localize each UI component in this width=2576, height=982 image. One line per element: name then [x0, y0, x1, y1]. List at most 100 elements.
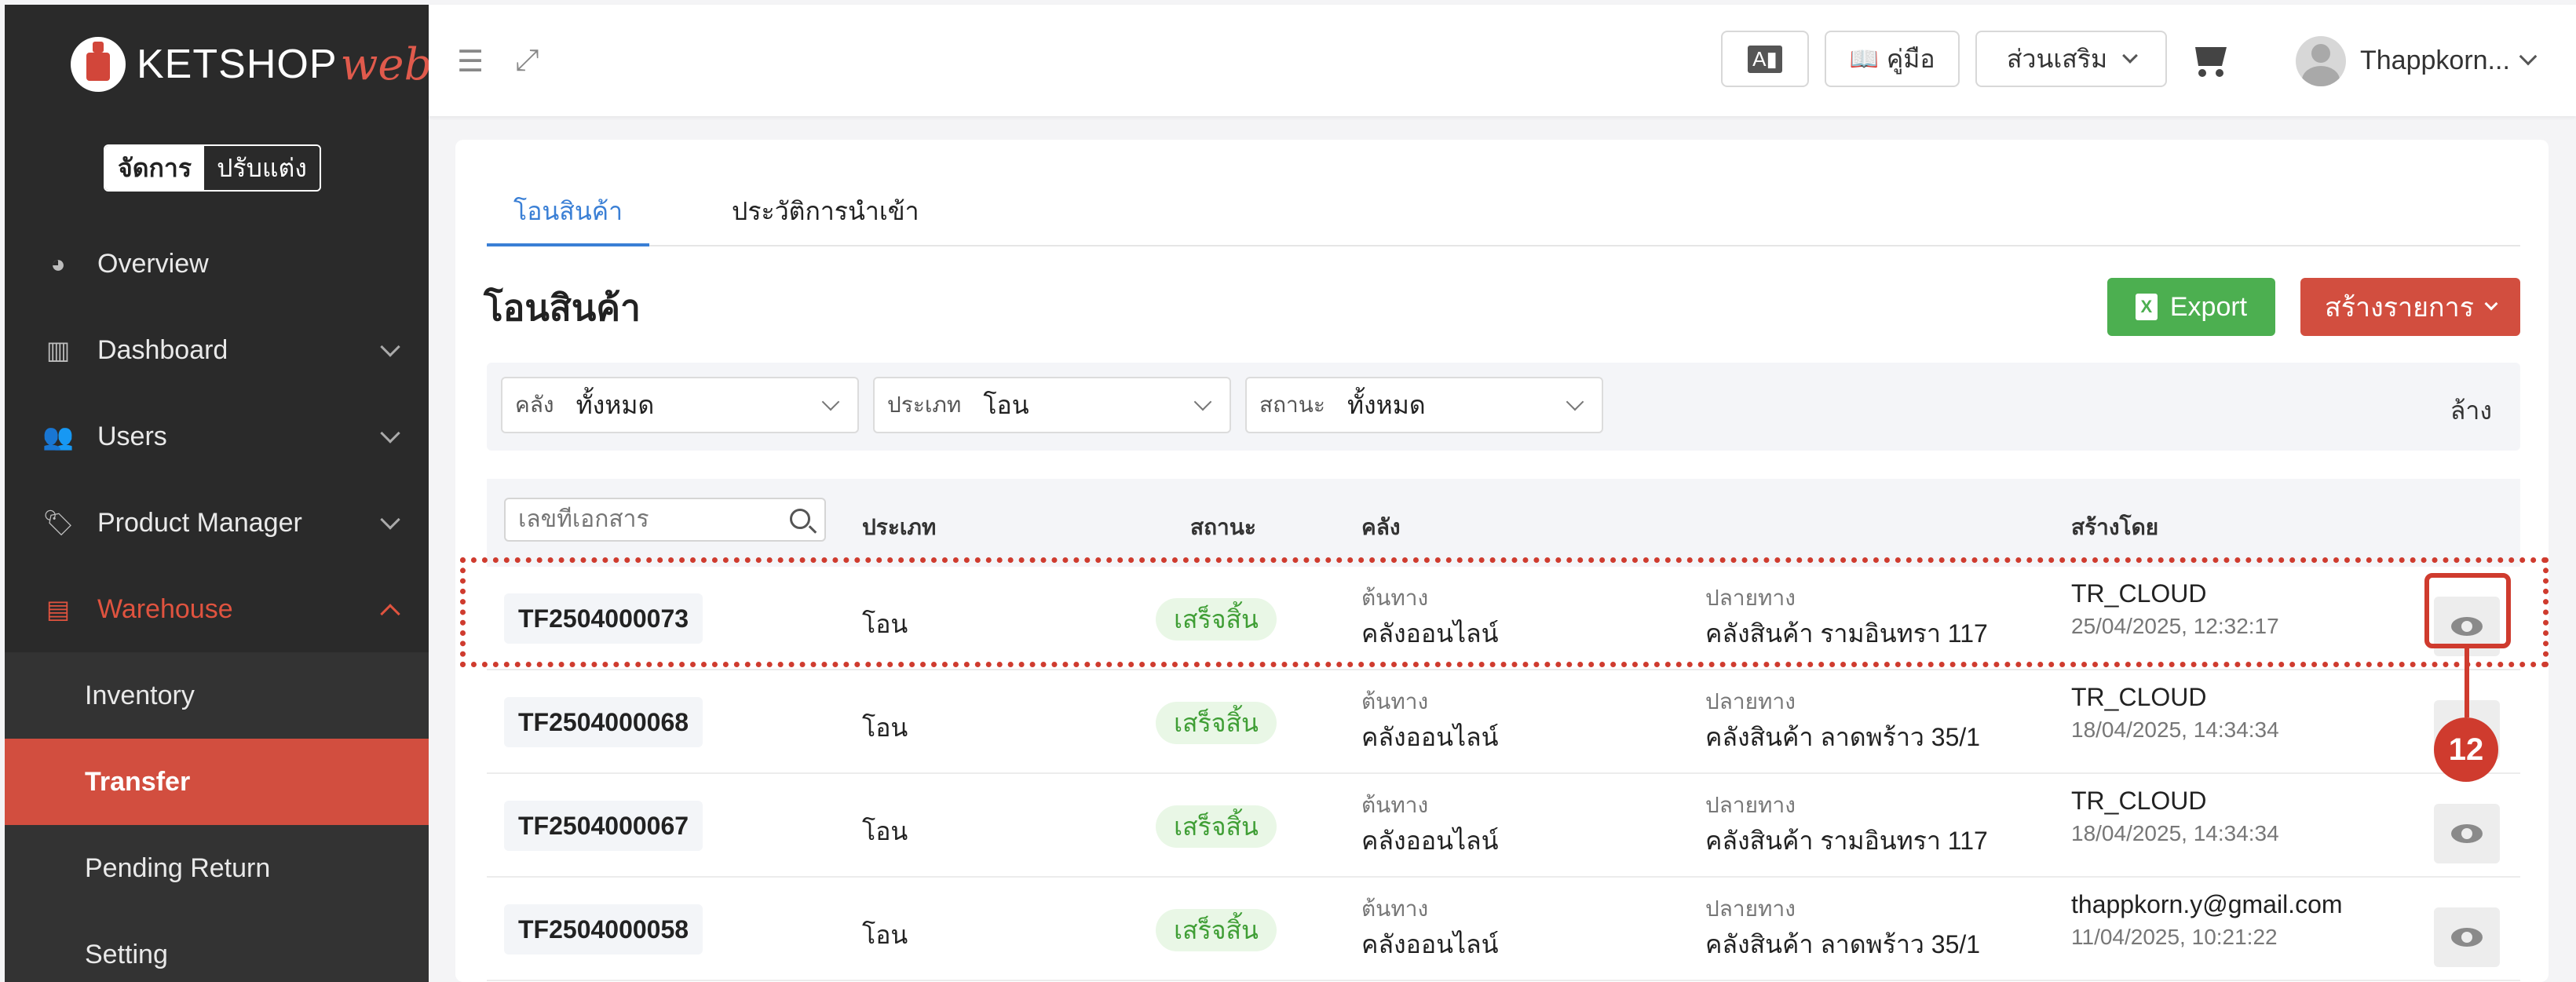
- type-filter[interactable]: ประเภท โอน: [873, 377, 1231, 433]
- search-icon[interactable]: [790, 509, 810, 529]
- chevron-down-icon: [821, 392, 840, 411]
- filter-bar: คลัง ทั้งหมด ประเภท โอน สถานะ ทั้งหมด ล้…: [487, 363, 2520, 451]
- view-button[interactable]: [2434, 804, 2500, 863]
- manual-label: คู่มือ: [1886, 44, 1935, 73]
- username[interactable]: Thappkorn...: [2360, 46, 2510, 76]
- filter-label: คลัง: [515, 392, 554, 417]
- creator: TR_CLOUD: [2071, 683, 2207, 711]
- row-highlight-annotation: [460, 557, 2549, 667]
- filter-value: ทั้งหมด: [1346, 390, 1426, 419]
- destination-label: ปลายทาง: [1705, 689, 1796, 714]
- status-filter[interactable]: สถานะ ทั้งหมด: [1245, 377, 1603, 433]
- fullscreen-icon[interactable]: ⤢: [515, 44, 539, 78]
- sidebar-item-overview[interactable]: ◕ Overview: [5, 221, 429, 307]
- sidebar-item-product-manager[interactable]: 🏷 Product Manager: [5, 480, 429, 566]
- origin-warehouse: คลังออนไลน์: [1361, 827, 1499, 855]
- table-row: TF2504000058 โอน เสร็จสิ้น ต้นทาง คลังออ…: [487, 878, 2520, 981]
- warehouse-filter[interactable]: คลัง ทั้งหมด: [501, 377, 859, 433]
- status-badge: เสร็จสิ้น: [1156, 702, 1277, 744]
- chevron-down-icon: [380, 509, 400, 530]
- language-button[interactable]: A▮: [1721, 31, 1809, 87]
- filter-value: โอน: [983, 390, 1029, 419]
- chevron-down-icon: [1566, 392, 1584, 411]
- column-header-status: สถานะ: [1190, 515, 1256, 539]
- create-label: สร้างรายการ: [2325, 293, 2474, 323]
- chevron-down-icon: [380, 337, 400, 357]
- sidebar-item-label: Users: [97, 421, 167, 451]
- book-icon: 📖: [1849, 46, 1879, 72]
- tab-transfer[interactable]: โอนสินค้า: [487, 192, 650, 246]
- destination-label: ปลายทาง: [1705, 793, 1796, 817]
- step-number-badge: 12: [2434, 717, 2498, 782]
- sidebar-item-label: Warehouse: [97, 593, 233, 624]
- origin-label: ต้นทาง: [1361, 689, 1429, 714]
- cart-icon[interactable]: [2189, 44, 2230, 78]
- document-number[interactable]: TF2504000068: [504, 697, 703, 747]
- sidebar-item-label: Overview: [97, 248, 209, 279]
- filter-label: สถานะ: [1259, 392, 1325, 417]
- view-button[interactable]: [2434, 907, 2500, 967]
- mode-manage-button[interactable]: จัดการ: [105, 146, 205, 190]
- bar-chart-icon: ▥: [46, 336, 71, 364]
- row-type: โอน: [862, 921, 908, 949]
- chevron-up-icon: [380, 604, 400, 624]
- addons-dropdown[interactable]: ส่วนเสริม: [1975, 31, 2167, 87]
- origin-label: ต้นทาง: [1361, 793, 1429, 817]
- annotation-connector: [2465, 648, 2469, 717]
- chevron-down-icon: [2122, 48, 2138, 64]
- brand-logo[interactable]: KETSHOP web: [71, 33, 432, 96]
- sidebar-item-label: Product Manager: [97, 507, 302, 538]
- brand-name: KETSHOP: [137, 42, 338, 87]
- document-number[interactable]: TF2504000067: [504, 801, 703, 851]
- collapse-sidebar-icon[interactable]: ☰: [457, 44, 484, 79]
- page-title: โอนสินค้า: [484, 287, 641, 328]
- sidebar-item-users[interactable]: 👥 Users: [5, 393, 429, 480]
- sidebar-item-dashboard[interactable]: ▥ Dashboard: [5, 307, 429, 393]
- origin-warehouse: คลังออนไลน์: [1361, 930, 1499, 958]
- origin-warehouse: คลังออนไลน์: [1361, 723, 1499, 751]
- destination-label: ปลายทาง: [1705, 896, 1796, 921]
- eye-icon: [2451, 824, 2483, 843]
- export-label: Export: [2169, 291, 2248, 322]
- destination-warehouse: คลังสินค้า รามอินทรา 117: [1705, 827, 1988, 855]
- create-button[interactable]: สร้างรายการ: [2300, 278, 2520, 336]
- mode-customize-button[interactable]: ปรับแต่ง: [204, 146, 320, 190]
- table-row: TF2504000067 โอน เสร็จสิ้น ต้นทาง คลังออ…: [487, 774, 2520, 878]
- table-row: TF2504000068 โอน เสร็จสิ้น ต้นทาง คลังออ…: [487, 670, 2520, 774]
- tab-import-history[interactable]: ประวัติการนำเข้า: [705, 192, 946, 246]
- origin-label: ต้นทาง: [1361, 896, 1429, 921]
- sidebar-subitem-transfer[interactable]: Transfer: [5, 739, 429, 825]
- sidebar-nav: ◕ Overview ▥ Dashboard 👥 Users 🏷 Product…: [5, 221, 429, 982]
- pie-chart-icon: ◕: [50, 249, 66, 278]
- status-badge: เสร็จสิ้น: [1156, 909, 1277, 951]
- destination-warehouse: คลังสินค้า ลาดพร้าว 35/1: [1705, 723, 1981, 751]
- brand-logo-icon: [71, 37, 126, 92]
- chevron-down-icon[interactable]: [2519, 47, 2538, 66]
- manual-button[interactable]: 📖 คู่มือ: [1825, 31, 1960, 87]
- export-button[interactable]: X Export: [2107, 278, 2275, 336]
- chevron-down-icon: [1193, 392, 1212, 411]
- row-type: โอน: [862, 714, 908, 742]
- top-bar: ☰ ⤢ A▮ 📖 คู่มือ ส่วนเสริม Thappkorn...: [429, 5, 2576, 116]
- destination-warehouse: คลังสินค้า ลาดพร้าว 35/1: [1705, 930, 1981, 958]
- row-type: โอน: [862, 817, 908, 845]
- column-header-type: ประเภท: [862, 515, 937, 539]
- creator: thappkorn.y@gmail.com: [2071, 890, 2343, 918]
- document-search: [504, 498, 826, 542]
- excel-icon: X: [2135, 294, 2158, 320]
- sidebar-item-warehouse[interactable]: ▤ Warehouse: [5, 566, 429, 652]
- avatar[interactable]: [2296, 36, 2346, 86]
- mode-switch: จัดการ ปรับแต่ง: [104, 144, 321, 192]
- created-date: 18/04/2025, 14:34:34: [2071, 717, 2279, 742]
- column-header-created-by: สร้างโดย: [2071, 515, 2159, 539]
- sidebar: KETSHOP web จัดการ ปรับแต่ง ◕ Overview ▥…: [5, 5, 432, 982]
- sidebar-subitem-setting[interactable]: Setting: [5, 911, 429, 982]
- sidebar-subitem-pending-return[interactable]: Pending Return: [5, 825, 429, 911]
- clear-filters-button[interactable]: ล้าง: [2450, 391, 2492, 431]
- document-number[interactable]: TF2504000058: [504, 904, 703, 955]
- sidebar-subitem-inventory[interactable]: Inventory: [5, 652, 429, 739]
- filter-value: ทั้งหมด: [575, 390, 655, 419]
- tab-bar: โอนสินค้า ประวัติการนำเข้า: [487, 192, 2520, 246]
- created-date: 11/04/2025, 10:21:22: [2071, 925, 2278, 949]
- search-input[interactable]: [518, 506, 769, 533]
